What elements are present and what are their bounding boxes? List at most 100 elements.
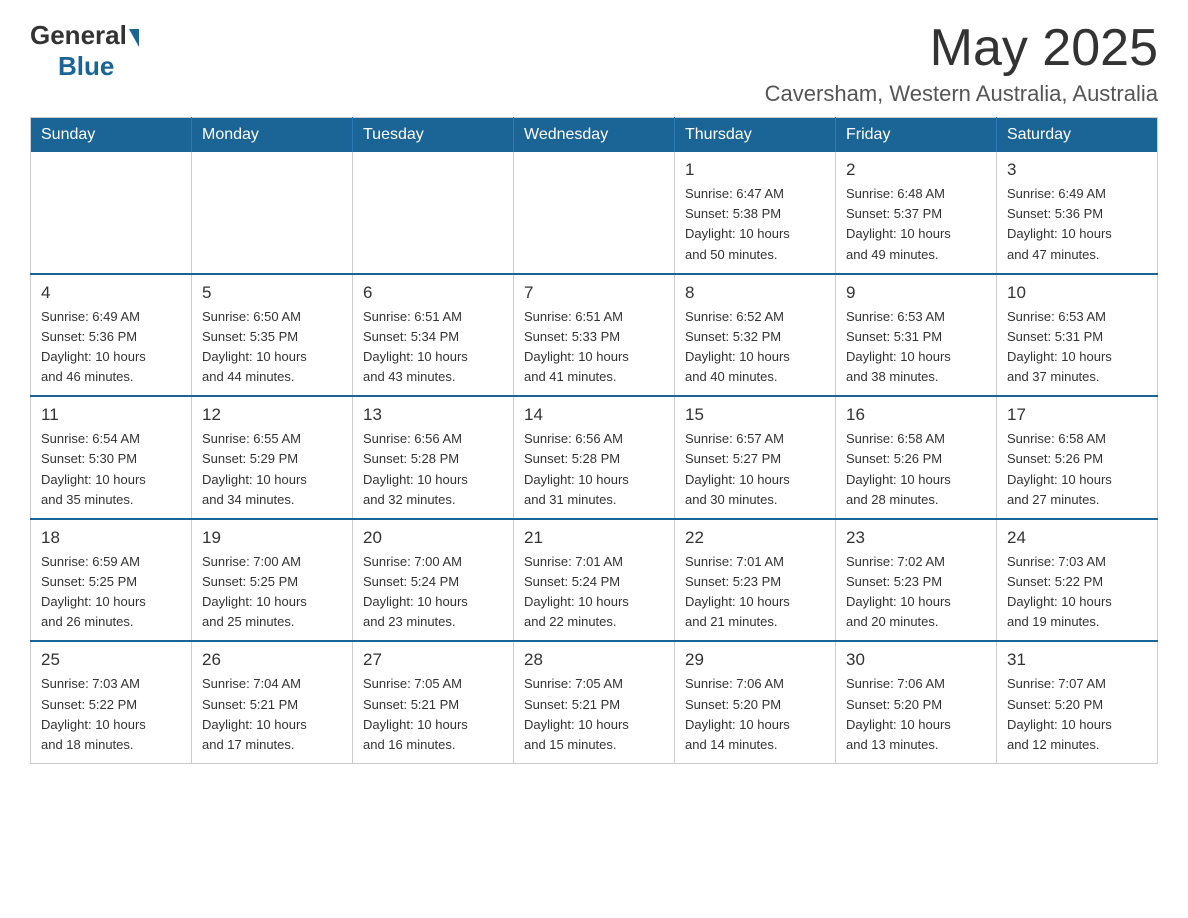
calendar-cell: 24Sunrise: 7:03 AMSunset: 5:22 PMDayligh… xyxy=(997,519,1158,642)
calendar-cell: 18Sunrise: 6:59 AMSunset: 5:25 PMDayligh… xyxy=(31,519,192,642)
day-info: Sunrise: 6:51 AMSunset: 5:33 PMDaylight:… xyxy=(524,307,664,388)
calendar-cell: 13 Sunrise: 6:56 AMSunset: 5:28 PMDayligh… xyxy=(353,396,514,519)
calendar-cell: 27 Sunrise: 7:05 AMSunset: 5:21 PMDayligh… xyxy=(353,641,514,763)
day-number: 26 xyxy=(202,650,342,670)
calendar-cell: 22 Sunrise: 7:01 AMSunset: 5:23 PMDayligh… xyxy=(675,519,836,642)
day-number: 15 xyxy=(685,405,825,425)
day-info: Sunrise: 6:47 AMSunset: 5:38 PMDaylight:… xyxy=(685,184,825,265)
day-number: 21 xyxy=(524,528,664,548)
calendar-cell: 17 Sunrise: 6:58 AMSunset: 5:26 PMDayligh… xyxy=(997,396,1158,519)
day-info: Sunrise: 7:00 AMSunset: 5:24 PMDaylight:… xyxy=(363,552,503,633)
day-number: 20 xyxy=(363,528,503,548)
day-info: Sunrise: 7:03 AMSunset: 5:22 PMDaylight:… xyxy=(41,674,181,755)
day-number: 7 xyxy=(524,283,664,303)
day-info: Sunrise: 6:52 AMSunset: 5:32 PMDaylight:… xyxy=(685,307,825,388)
day-info: Sunrise: 7:05 AMSunset: 5:21 PMDaylight:… xyxy=(363,674,503,755)
day-number: 23 xyxy=(846,528,986,548)
calendar-cell: 3 Sunrise: 6:49 AMSunset: 5:36 PMDaylight… xyxy=(997,152,1158,274)
page-header: General Blue May 2025 Caversham, Western… xyxy=(30,20,1158,107)
day-number: 19 xyxy=(202,528,342,548)
day-info: Sunrise: 6:54 AMSunset: 5:30 PMDaylight:… xyxy=(41,429,181,510)
day-number: 30 xyxy=(846,650,986,670)
calendar-cell: 19Sunrise: 7:00 AMSunset: 5:25 PMDayligh… xyxy=(192,519,353,642)
day-info: Sunrise: 6:49 AMSunset: 5:36 PMDaylight:… xyxy=(1007,184,1147,265)
calendar-cell: 2Sunrise: 6:48 AMSunset: 5:37 PMDaylight… xyxy=(836,152,997,274)
calendar-cell xyxy=(31,152,192,274)
day-info: Sunrise: 6:56 AMSunset: 5:28 PMDaylight:… xyxy=(363,429,503,510)
day-info: Sunrise: 7:06 AMSunset: 5:20 PMDaylight:… xyxy=(685,674,825,755)
day-number: 5 xyxy=(202,283,342,303)
calendar-header-saturday: Saturday xyxy=(997,118,1158,153)
day-info: Sunrise: 7:01 AMSunset: 5:23 PMDaylight:… xyxy=(685,552,825,633)
location-title: Caversham, Western Australia, Australia xyxy=(765,81,1158,107)
day-number: 12 xyxy=(202,405,342,425)
calendar-cell: 5 Sunrise: 6:50 AMSunset: 5:35 PMDaylight… xyxy=(192,274,353,397)
day-info: Sunrise: 6:49 AMSunset: 5:36 PMDaylight:… xyxy=(41,307,181,388)
day-info: Sunrise: 6:55 AMSunset: 5:29 PMDaylight:… xyxy=(202,429,342,510)
day-info: Sunrise: 7:02 AMSunset: 5:23 PMDaylight:… xyxy=(846,552,986,633)
calendar-cell: 7 Sunrise: 6:51 AMSunset: 5:33 PMDaylight… xyxy=(514,274,675,397)
day-number: 13 xyxy=(363,405,503,425)
day-number: 14 xyxy=(524,405,664,425)
calendar-header-thursday: Thursday xyxy=(675,118,836,153)
calendar-cell: 15 Sunrise: 6:57 AMSunset: 5:27 PMDayligh… xyxy=(675,396,836,519)
day-number: 17 xyxy=(1007,405,1147,425)
calendar-cell: 30 Sunrise: 7:06 AMSunset: 5:20 PMDayligh… xyxy=(836,641,997,763)
day-number: 31 xyxy=(1007,650,1147,670)
day-info: Sunrise: 7:04 AMSunset: 5:21 PMDaylight:… xyxy=(202,674,342,755)
day-number: 16 xyxy=(846,405,986,425)
day-info: Sunrise: 7:01 AMSunset: 5:24 PMDaylight:… xyxy=(524,552,664,633)
calendar-cell: 21 Sunrise: 7:01 AMSunset: 5:24 PMDayligh… xyxy=(514,519,675,642)
calendar-cell: 1 Sunrise: 6:47 AMSunset: 5:38 PMDaylight… xyxy=(675,152,836,274)
calendar-cell: 20 Sunrise: 7:00 AMSunset: 5:24 PMDayligh… xyxy=(353,519,514,642)
calendar-cell: 11 Sunrise: 6:54 AMSunset: 5:30 PMDayligh… xyxy=(31,396,192,519)
calendar-cell: 9 Sunrise: 6:53 AMSunset: 5:31 PMDaylight… xyxy=(836,274,997,397)
calendar-header-monday: Monday xyxy=(192,118,353,153)
day-info: Sunrise: 6:58 AMSunset: 5:26 PMDaylight:… xyxy=(846,429,986,510)
logo-arrow-icon xyxy=(129,29,139,47)
calendar-cell: 6 Sunrise: 6:51 AMSunset: 5:34 PMDaylight… xyxy=(353,274,514,397)
calendar-header-tuesday: Tuesday xyxy=(353,118,514,153)
calendar-cell: 26 Sunrise: 7:04 AMSunset: 5:21 PMDayligh… xyxy=(192,641,353,763)
calendar-cell: 28 Sunrise: 7:05 AMSunset: 5:21 PMDayligh… xyxy=(514,641,675,763)
day-info: Sunrise: 6:53 AMSunset: 5:31 PMDaylight:… xyxy=(846,307,986,388)
calendar-cell: 16 Sunrise: 6:58 AMSunset: 5:26 PMDayligh… xyxy=(836,396,997,519)
day-number: 11 xyxy=(41,405,181,425)
day-number: 22 xyxy=(685,528,825,548)
day-number: 18 xyxy=(41,528,181,548)
day-number: 6 xyxy=(363,283,503,303)
day-info: Sunrise: 7:06 AMSunset: 5:20 PMDaylight:… xyxy=(846,674,986,755)
day-number: 24 xyxy=(1007,528,1147,548)
calendar-cell: 29 Sunrise: 7:06 AMSunset: 5:20 PMDayligh… xyxy=(675,641,836,763)
day-info: Sunrise: 6:57 AMSunset: 5:27 PMDaylight:… xyxy=(685,429,825,510)
day-number: 1 xyxy=(685,160,825,180)
calendar-cell xyxy=(353,152,514,274)
calendar-table: SundayMondayTuesdayWednesdayThursdayFrid… xyxy=(30,117,1158,764)
day-info: Sunrise: 7:05 AMSunset: 5:21 PMDaylight:… xyxy=(524,674,664,755)
calendar-cell: 8 Sunrise: 6:52 AMSunset: 5:32 PMDaylight… xyxy=(675,274,836,397)
logo-blue: Blue xyxy=(58,51,114,82)
day-number: 4 xyxy=(41,283,181,303)
day-number: 29 xyxy=(685,650,825,670)
day-info: Sunrise: 6:48 AMSunset: 5:37 PMDaylight:… xyxy=(846,184,986,265)
day-number: 25 xyxy=(41,650,181,670)
day-number: 27 xyxy=(363,650,503,670)
calendar-cell: 4 Sunrise: 6:49 AMSunset: 5:36 PMDaylight… xyxy=(31,274,192,397)
calendar-cell xyxy=(192,152,353,274)
day-number: 9 xyxy=(846,283,986,303)
calendar-cell: 31 Sunrise: 7:07 AMSunset: 5:20 PMDayligh… xyxy=(997,641,1158,763)
title-block: May 2025 Caversham, Western Australia, A… xyxy=(765,20,1158,107)
calendar-header-sunday: Sunday xyxy=(31,118,192,153)
calendar-header-friday: Friday xyxy=(836,118,997,153)
calendar-header-wednesday: Wednesday xyxy=(514,118,675,153)
day-info: Sunrise: 6:53 AMSunset: 5:31 PMDaylight:… xyxy=(1007,307,1147,388)
day-info: Sunrise: 6:51 AMSunset: 5:34 PMDaylight:… xyxy=(363,307,503,388)
day-info: Sunrise: 7:07 AMSunset: 5:20 PMDaylight:… xyxy=(1007,674,1147,755)
day-number: 3 xyxy=(1007,160,1147,180)
calendar-cell: 10Sunrise: 6:53 AMSunset: 5:31 PMDayligh… xyxy=(997,274,1158,397)
logo: General Blue xyxy=(30,20,139,82)
day-number: 28 xyxy=(524,650,664,670)
day-info: Sunrise: 6:50 AMSunset: 5:35 PMDaylight:… xyxy=(202,307,342,388)
day-number: 8 xyxy=(685,283,825,303)
day-info: Sunrise: 6:58 AMSunset: 5:26 PMDaylight:… xyxy=(1007,429,1147,510)
